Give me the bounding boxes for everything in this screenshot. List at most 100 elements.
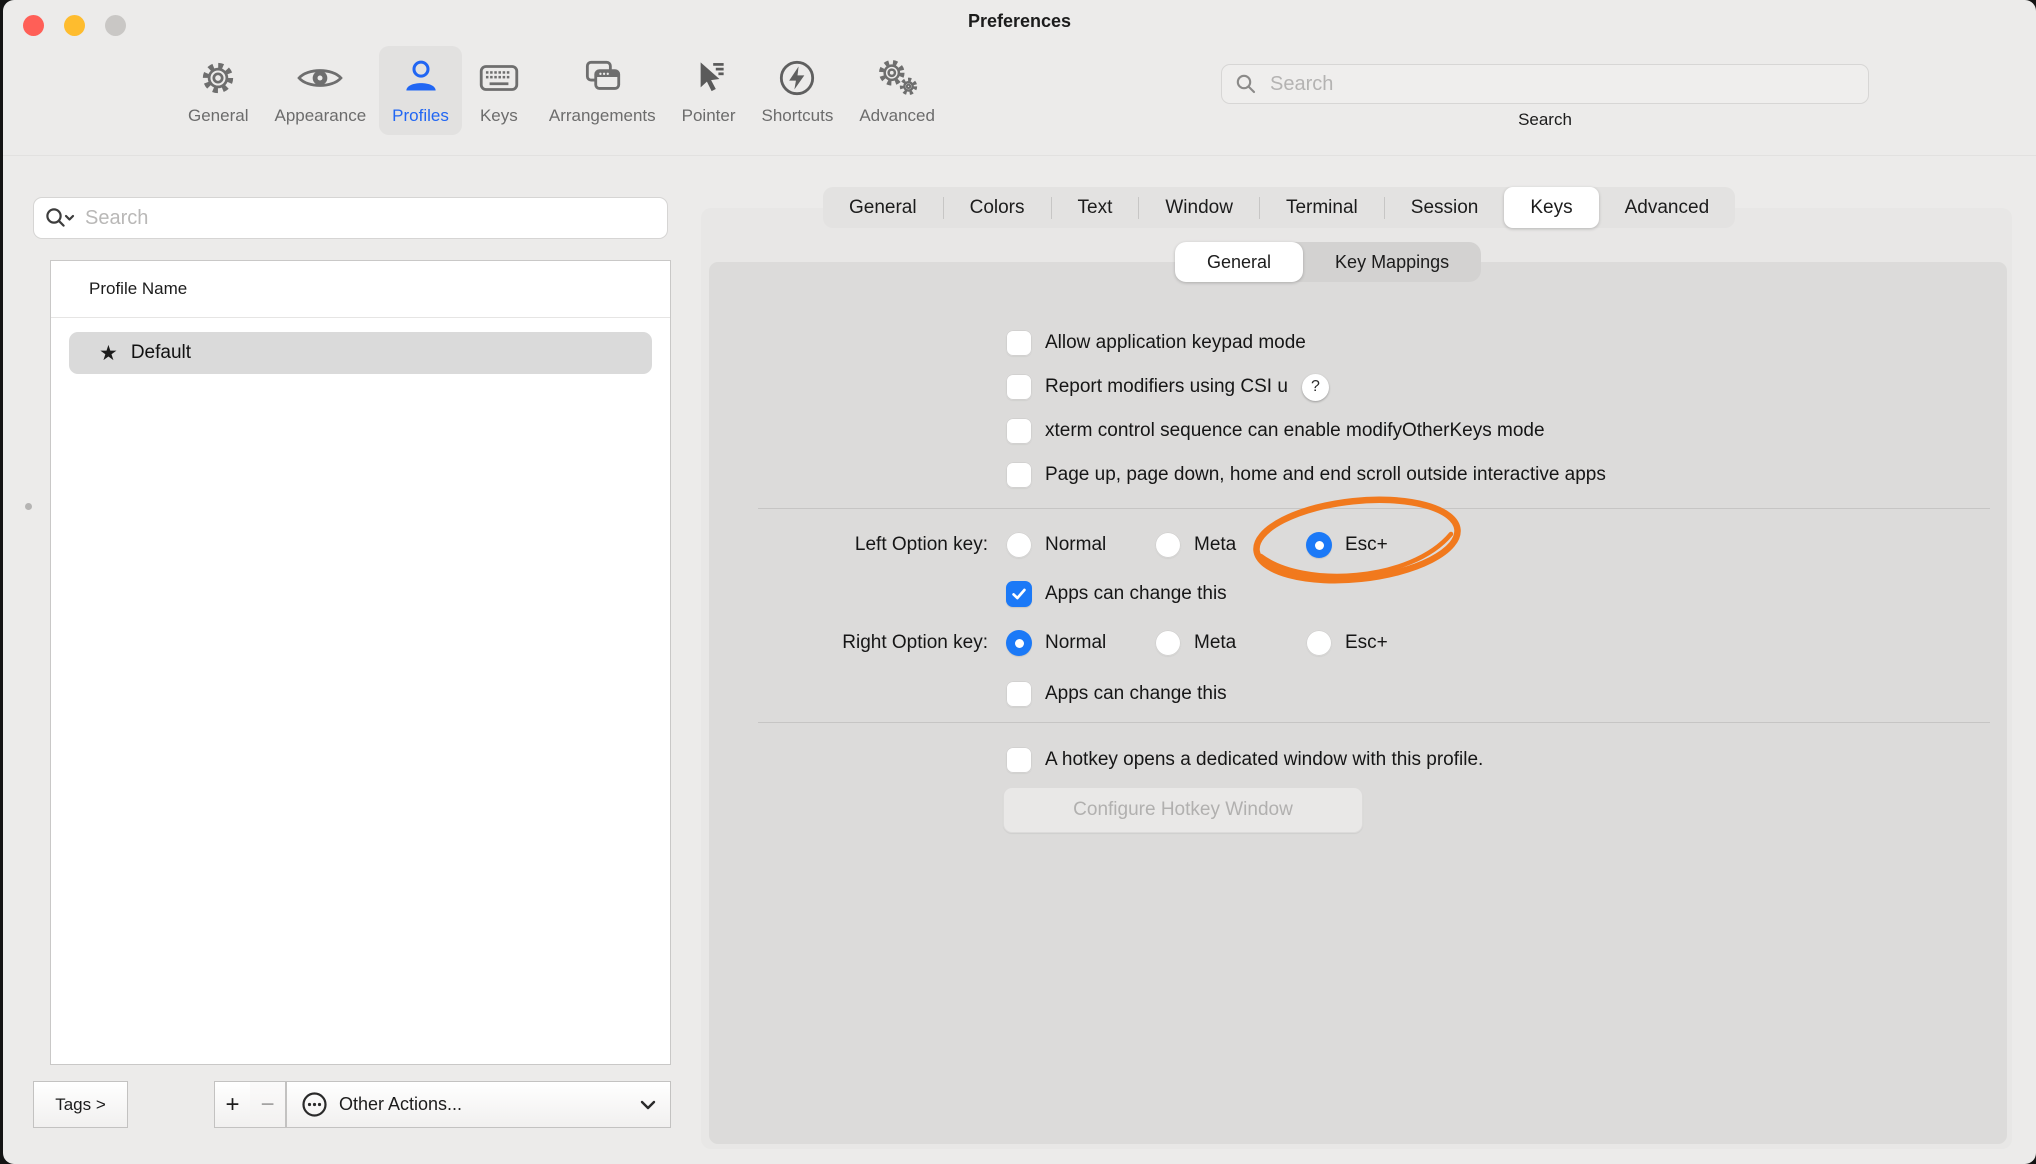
checkbox-apps-change-right[interactable] [1006,681,1032,707]
circle-ellipsis-icon [301,1091,328,1118]
help-button[interactable]: ? [1302,374,1329,401]
radio-icon[interactable] [1155,532,1181,558]
checkbox-label: Page up, page down, home and end scroll … [1045,464,1606,486]
section-divider [758,722,1990,723]
profile-name: Default [131,342,191,364]
profile-tab-bar: General Colors Text Window Terminal Sess… [823,187,1735,228]
checkbox-page-scroll[interactable] [1006,462,1032,488]
subtab-key-mappings[interactable]: Key Mappings [1303,242,1481,282]
tab-window[interactable]: Window [1139,187,1259,228]
configure-hotkey-window-button[interactable]: Configure Hotkey Window [1003,787,1363,833]
radio-icon[interactable] [1006,532,1032,558]
checkbox-apps-change-left[interactable] [1006,581,1032,607]
toolbar-item-profiles[interactable]: Profiles [379,46,462,135]
radio-label: Normal [1045,534,1106,556]
toolbar-item-label: Keys [480,106,518,126]
checkbox-label: Apps can change this [1045,583,1227,605]
preferences-window: Preferences General Appearance [3,0,2036,1164]
apps-can-change-right-row: Apps can change this [1006,679,1227,709]
tab-advanced[interactable]: Advanced [1599,187,1736,228]
checkbox-label: xterm control sequence can enable modify… [1045,420,1545,442]
toolbar-item-general[interactable]: General [175,46,261,135]
toolbar-item-keys[interactable]: Keys [462,46,536,135]
keys-subtab-bar: General Key Mappings [1175,242,1481,282]
other-actions-label: Other Actions... [339,1094,640,1115]
toolbar-item-arrangements[interactable]: Arrangements [536,46,669,135]
checkbox-hotkey-window[interactable] [1006,747,1032,773]
apps-can-change-left-row: Apps can change this [1006,579,1227,609]
radio-label: Esc+ [1345,632,1388,654]
tags-button[interactable]: Tags > [33,1081,128,1128]
checkbox-row: xterm control sequence can enable modify… [1006,416,1545,446]
radio-label: Meta [1194,632,1236,654]
tab-text[interactable]: Text [1052,187,1139,228]
person-icon [398,52,444,104]
toolbar-item-label: Appearance [274,106,366,126]
other-actions-dropdown[interactable]: Other Actions... [286,1081,671,1128]
toolbar-search-caption: Search [1221,110,1869,130]
checkbox-label: Report modifiers using CSI u [1045,376,1288,398]
radio-icon-selected[interactable] [1306,532,1332,558]
remove-profile-button[interactable]: − [250,1081,286,1128]
search-menu-icon [44,206,75,230]
subtab-general[interactable]: General [1175,242,1303,282]
toolbar-search-field[interactable] [1221,64,1869,104]
profile-search-field[interactable] [33,197,668,239]
tab-session[interactable]: Session [1385,187,1505,228]
toolbar-item-label: Profiles [392,106,449,126]
radio-left-meta[interactable]: Meta [1155,530,1236,560]
windows-icon [578,52,626,104]
radio-icon-selected[interactable] [1006,630,1032,656]
profile-list-header: Profile Name [51,261,670,318]
right-option-key-label: Right Option key: [703,628,988,658]
radio-label: Meta [1194,534,1236,556]
radio-right-normal[interactable]: Normal [1006,628,1106,658]
checkbox-label: Allow application keypad mode [1045,332,1306,354]
tab-terminal[interactable]: Terminal [1260,187,1384,228]
add-profile-button[interactable]: + [214,1081,251,1128]
toolbar-item-shortcuts[interactable]: Shortcuts [749,46,847,135]
radio-left-normal[interactable]: Normal [1006,530,1106,560]
eye-icon [296,52,344,104]
radio-right-esc[interactable]: Esc+ [1306,628,1388,658]
keys-general-panel [709,262,2007,1144]
cursor-icon [686,52,732,104]
keyboard-icon [475,52,523,104]
checkbox-keypad-mode[interactable] [1006,330,1032,356]
checkbox-label: A hotkey opens a dedicated window with t… [1045,749,1483,771]
checkbox-row: Allow application keypad mode [1006,328,1306,358]
profile-search-input[interactable] [83,206,657,231]
radio-label: Normal [1045,632,1106,654]
radio-label: Esc+ [1345,534,1388,556]
window-title: Preferences [3,11,2036,32]
profile-list: Profile Name ★ Default [50,260,671,1065]
checkbox-csi-u[interactable] [1006,374,1032,400]
check-icon [1010,585,1028,603]
star-icon: ★ [99,341,118,366]
radio-left-esc[interactable]: Esc+ [1306,530,1388,560]
profile-row-default[interactable]: ★ Default [69,332,652,374]
radio-icon[interactable] [1306,630,1332,656]
radio-right-meta[interactable]: Meta [1155,628,1236,658]
gear-icon [195,52,241,104]
toolbar-search-input[interactable] [1268,72,1856,97]
checkbox-label: Apps can change this [1045,683,1227,705]
gears-icon [872,52,922,104]
toolbar-item-label: Arrangements [549,106,656,126]
tab-general[interactable]: General [823,187,943,228]
hotkey-row: A hotkey opens a dedicated window with t… [1006,745,1483,775]
toolbar-item-label: Advanced [859,106,935,126]
section-divider [758,508,1990,509]
toolbar-item-pointer[interactable]: Pointer [669,46,749,135]
toolbar-item-appearance[interactable]: Appearance [261,46,379,135]
tab-colors[interactable]: Colors [944,187,1051,228]
checkbox-row: Report modifiers using CSI u ? [1006,372,1329,402]
tab-keys[interactable]: Keys [1504,187,1598,228]
checkbox-row: Page up, page down, home and end scroll … [1006,460,1606,490]
toolbar-divider [3,155,2036,156]
checkbox-modifyotherkeys[interactable] [1006,418,1032,444]
toolbar-item-advanced[interactable]: Advanced [846,46,948,135]
radio-icon[interactable] [1155,630,1181,656]
chevron-down-icon [640,1100,656,1110]
toolbar-item-label: Pointer [682,106,736,126]
